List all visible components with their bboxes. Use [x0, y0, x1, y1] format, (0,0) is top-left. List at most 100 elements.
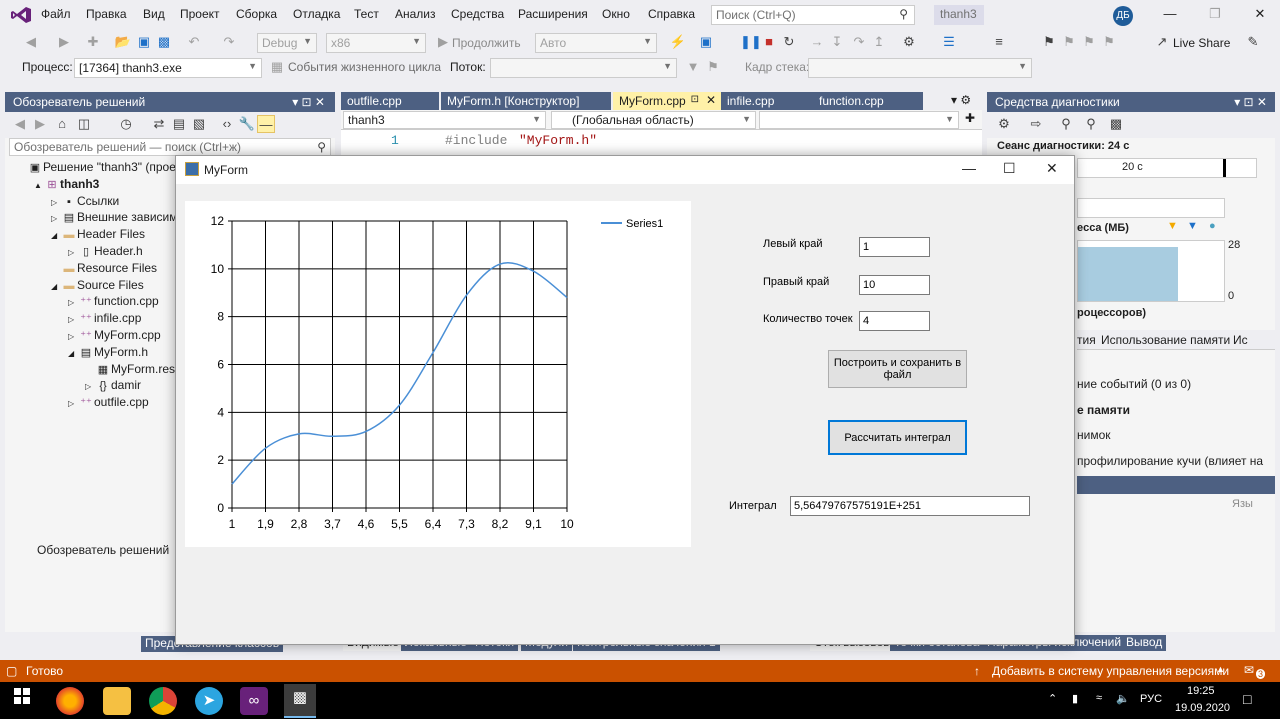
- close-icon[interactable]: ✕: [706, 93, 716, 107]
- tree-item[interactable]: ▷ ▯ Header.h: [5, 244, 143, 261]
- live-share-icon[interactable]: ↗: [1153, 33, 1171, 51]
- back-icon[interactable]: ◀: [22, 33, 40, 51]
- forward-icon[interactable]: ▶: [55, 33, 73, 51]
- tree-item[interactable]: ▬ Resource Files: [5, 261, 158, 278]
- close-icon[interactable]: ✕: [1250, 6, 1270, 24]
- chevron-up-icon[interactable]: ▲: [1216, 664, 1225, 674]
- tab-infile[interactable]: infile.cpp: [721, 92, 813, 110]
- platform-dropdown[interactable]: x86 ▼: [326, 33, 426, 53]
- tab-function[interactable]: function.cpp: [813, 92, 923, 110]
- continue-button[interactable]: Продолжить: [452, 36, 521, 50]
- live-share-button[interactable]: Live Share: [1173, 36, 1230, 50]
- expander-icon[interactable]: ▷: [68, 399, 78, 408]
- close-icon[interactable]: ✕: [1046, 160, 1058, 177]
- menu-debug[interactable]: Отладка: [293, 7, 340, 21]
- notifications-icon[interactable]: ✉: [1244, 663, 1254, 677]
- member-dropdown[interactable]: ▼: [759, 111, 959, 129]
- tree-item[interactable]: ◢ ▬ Header Files: [5, 227, 145, 244]
- points-count-input[interactable]: [859, 311, 930, 331]
- diagnostics-tools-icon[interactable]: ⚙: [900, 33, 918, 51]
- expander-icon[interactable]: ▷: [68, 248, 78, 257]
- zoom-out-icon[interactable]: ⚲: [1082, 115, 1100, 133]
- tab-memory-usage[interactable]: Использование памяти: [1101, 333, 1230, 347]
- battery-icon[interactable]: ▮: [1072, 692, 1078, 705]
- filter-icon[interactable]: ▼: [684, 58, 702, 76]
- left-bound-input[interactable]: [859, 237, 930, 257]
- language-indicator[interactable]: РУС: [1140, 693, 1162, 705]
- process-dropdown[interactable]: [17364] thanh3.exe ▼: [74, 58, 262, 78]
- tab-output[interactable]: Вывод: [1122, 635, 1167, 651]
- file-explorer-icon[interactable]: [103, 687, 131, 715]
- tray-chevron-icon[interactable]: ⌃: [1048, 692, 1057, 705]
- expander-icon[interactable]: ◢: [51, 282, 61, 291]
- continue-icon[interactable]: ▶: [434, 33, 452, 51]
- avatar[interactable]: ДБ: [1113, 6, 1133, 26]
- expander-icon[interactable]: ▷: [68, 332, 78, 341]
- timeline-ruler[interactable]: 20 с: [1077, 158, 1257, 178]
- menu-help[interactable]: Справка: [648, 7, 695, 21]
- redo-icon[interactable]: ↷: [220, 33, 238, 51]
- tree-item[interactable]: ▲ ⊞ thanh3: [5, 177, 99, 194]
- step-out-icon[interactable]: ↥: [870, 33, 888, 51]
- stop-icon[interactable]: ■: [760, 33, 778, 51]
- restart-icon[interactable]: ↻: [780, 33, 798, 51]
- save-icon[interactable]: ▣: [135, 33, 153, 51]
- pin-icon[interactable]: ⊡: [691, 94, 699, 105]
- expander-icon[interactable]: ▲: [34, 181, 44, 190]
- show-all-files-icon[interactable]: ▧: [190, 115, 208, 133]
- expander-icon[interactable]: ▷: [68, 298, 78, 307]
- code-view-icon[interactable]: ‹›: [218, 115, 236, 133]
- menu-test[interactable]: Тест: [354, 7, 379, 21]
- tab-outfile[interactable]: outfile.cpp: [341, 92, 439, 110]
- prev-bookmark-icon[interactable]: ⚑: [1060, 33, 1078, 51]
- tree-item[interactable]: ▦ MyForm.resx: [5, 362, 181, 379]
- reset-zoom-icon[interactable]: ▩: [1107, 115, 1125, 133]
- next-bookmark-icon[interactable]: ⚑: [1080, 33, 1098, 51]
- tab-myform-designer[interactable]: MyForm.h [Конструктор]: [441, 92, 611, 110]
- expander-icon[interactable]: ▷: [51, 198, 61, 207]
- tab-list-icon[interactable]: ▾ ⚙: [951, 93, 971, 107]
- chrome-icon[interactable]: [149, 687, 177, 715]
- panel-options-icon[interactable]: ▾ ⊡ ✕: [1234, 95, 1267, 109]
- right-bound-input[interactable]: [859, 275, 930, 295]
- menu-project[interactable]: Проект: [180, 7, 220, 21]
- config-dropdown[interactable]: Debug ▼: [257, 33, 317, 53]
- home-icon[interactable]: ⌂: [53, 115, 71, 133]
- add-to-source-control-button[interactable]: Добавить в систему управления версиями: [992, 664, 1229, 678]
- show-next-statement-icon[interactable]: →: [808, 33, 826, 51]
- screenshot-icon[interactable]: ▣: [697, 33, 715, 51]
- heap-profiling-checkbox-label[interactable]: профилирование кучи (влияет на: [1077, 454, 1263, 468]
- pause-icon[interactable]: ❚❚: [740, 33, 762, 51]
- bookmark-icon[interactable]: ⚑: [1040, 33, 1058, 51]
- switch-views-icon[interactable]: ◫: [75, 115, 93, 133]
- expander-icon[interactable]: ▷: [85, 382, 95, 391]
- tab-myform-cpp[interactable]: MyForm.cpp ⊡ ✕: [613, 92, 721, 110]
- firefox-icon[interactable]: [56, 687, 84, 715]
- volume-icon[interactable]: 🔈: [1116, 692, 1130, 705]
- format-icon[interactable]: ≡: [990, 33, 1008, 51]
- expander-icon[interactable]: ▷: [68, 315, 78, 324]
- wifi-icon[interactable]: ≈: [1096, 692, 1102, 704]
- maximize-icon[interactable]: ☐: [1003, 160, 1016, 177]
- tree-item[interactable]: ◢ ▤ MyForm.h: [5, 345, 148, 362]
- step-over-icon[interactable]: ↷: [850, 33, 868, 51]
- tree-item[interactable]: ▷ ⁺⁺ MyForm.cpp: [5, 328, 161, 345]
- restore-icon[interactable]: ❐: [1205, 6, 1225, 24]
- tab-cpu[interactable]: Ис: [1233, 333, 1248, 347]
- build-and-save-button[interactable]: Построить и сохранить в файл: [828, 350, 967, 388]
- tree-item[interactable]: ▣ Решение "thanh3" (проект: [5, 160, 187, 177]
- clear-bookmarks-icon[interactable]: ⚑: [1100, 33, 1118, 51]
- menu-edit[interactable]: Правка: [86, 7, 127, 21]
- forward-icon[interactable]: ▶: [31, 115, 49, 133]
- menu-window[interactable]: Окно: [602, 7, 630, 21]
- open-file-icon[interactable]: 📂: [114, 33, 132, 51]
- telegram-icon[interactable]: ➤: [195, 687, 223, 715]
- expander-icon[interactable]: ◢: [51, 231, 61, 240]
- expander-icon[interactable]: ▷: [51, 214, 61, 223]
- export-icon[interactable]: ⇨: [1027, 115, 1045, 133]
- back-icon[interactable]: ◀: [11, 115, 29, 133]
- global-scope-dropdown[interactable]: (Глобальная область) ▼: [551, 111, 756, 129]
- tab-events[interactable]: тия: [1077, 333, 1096, 347]
- expander-icon[interactable]: ◢: [68, 349, 78, 358]
- visual-studio-icon[interactable]: ∞: [240, 687, 268, 715]
